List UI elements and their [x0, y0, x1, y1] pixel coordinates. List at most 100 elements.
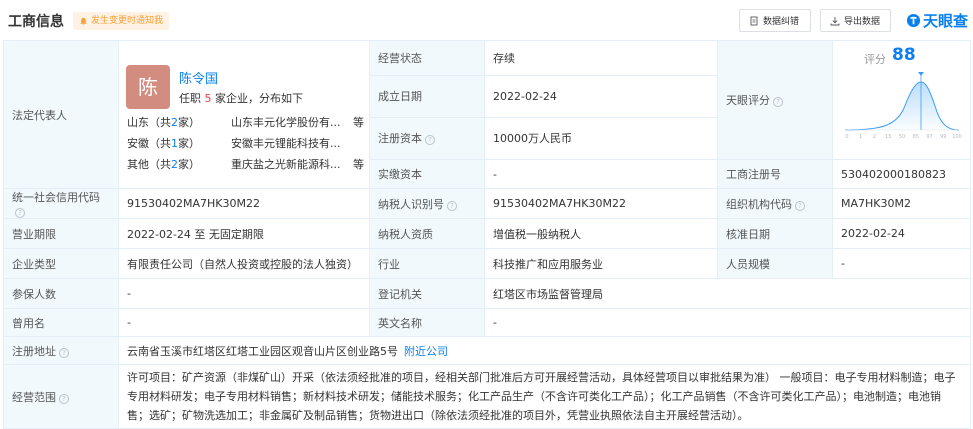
industry-label: 行业	[369, 248, 485, 279]
address-label: 注册地址	[12, 344, 56, 358]
credit-code-value: 91530402MA7HK30M22	[118, 188, 370, 219]
taxpayer-id-label: 纳税人识别号	[378, 197, 444, 211]
capital-label-cell: 注册资本?	[369, 116, 485, 161]
founded-label: 成立日期	[369, 74, 485, 118]
legal-rep-cell: 陈 陈令国 任职 5 家企业，分布如下 山东（共2家） 山东丰元化学股份有...…	[118, 40, 370, 189]
score-axis-ticks: 0 1 2 15 50 85 97 99 100	[845, 134, 961, 140]
reg-no-value: 530402000180823	[832, 159, 971, 189]
region-label[interactable]: 其他（共2家）	[127, 156, 200, 172]
address-value: 云南省玉溪市红塔区红塔工业园区观音山片区创业路5号	[127, 344, 398, 358]
score-label-cell: 天眼评分?	[717, 40, 833, 160]
document-icon	[750, 16, 758, 25]
avatar[interactable]: 陈	[126, 64, 170, 109]
download-icon	[830, 16, 840, 25]
legal-rep-label: 法定代表人	[3, 40, 119, 189]
term-label: 营业期限	[3, 218, 119, 249]
score-cell[interactable]: 评分 88 0 1 2 15 50 85 97 99 100	[832, 40, 971, 160]
status-value: 存续	[484, 40, 718, 76]
approve-date-value: 2022-02-24	[832, 218, 971, 249]
help-icon[interactable]: ?	[59, 347, 69, 358]
address-cell: 云南省玉溪市红塔区红塔工业园区观音山片区创业路5号 附近公司	[118, 336, 971, 365]
score-caption: 评分	[864, 53, 886, 66]
nearby-companies-link[interactable]: 附近公司	[404, 345, 448, 358]
score-axis-tick-label: 100	[952, 134, 962, 140]
bell-icon	[80, 17, 87, 26]
help-icon[interactable]: ?	[773, 97, 783, 107]
region-company[interactable]: 重庆盐之光新能源科...	[231, 156, 351, 172]
notify-change-button[interactable]: 发生变更时通知我	[73, 12, 170, 30]
legal-rep-name[interactable]: 陈令国	[179, 68, 218, 87]
taxpayer-id-label-cell: 纳税人识别号?	[369, 188, 485, 219]
region-label[interactable]: 山东（共2家）	[127, 114, 200, 130]
help-icon[interactable]: ?	[425, 135, 435, 146]
section-header: 工商信息 发生变更时通知我 数据纠错 导出数据 天眼查	[0, 0, 973, 40]
region-company[interactable]: 山东丰元化学股份有...	[231, 114, 351, 130]
scope-label-cell: 经营范围?	[3, 364, 119, 429]
business-info-table: 法定代表人 陈 陈令国 任职 5 家企业，分布如下 山东（共2家） 山东丰元化学…	[3, 40, 971, 429]
tax-qual-label: 纳税人资质	[369, 218, 485, 249]
export-button[interactable]: 导出数据	[820, 9, 891, 32]
help-icon[interactable]: ?	[59, 393, 69, 404]
help-icon[interactable]: ?	[15, 208, 25, 218]
region-group: 安徽（共1家） 安徽丰元锂能科技有...	[127, 135, 367, 151]
credit-code-label: 统一社会信用代码	[12, 191, 100, 204]
insured-label: 参保人数	[3, 278, 119, 309]
scope-value: 许可项目：矿产资源（非煤矿山）开采（依法须经批准的项目，经相关部门批准后方可开展…	[118, 364, 971, 429]
score-distribution-chart: 0 1 2 15 50 85 97 99 100	[844, 72, 962, 140]
logo-mark-icon	[906, 13, 921, 28]
credit-code-label-cell: 统一社会信用代码?	[3, 188, 119, 219]
org-code-value: MA7HK30M2	[832, 188, 971, 219]
score-axis-tick-label: 97	[926, 134, 932, 140]
logo-text: 天眼查	[923, 12, 969, 30]
score-axis-tick-label: 99	[940, 134, 946, 140]
score-marker	[918, 72, 924, 76]
industry-value: 科技推广和应用服务业	[484, 248, 718, 279]
insured-value: -	[118, 278, 370, 309]
region-label[interactable]: 安徽（共1家）	[127, 135, 200, 151]
scope-label: 经营范围	[12, 390, 56, 404]
score-axis-tick-label: 50	[899, 134, 905, 140]
score-axis-tick-label: 85	[913, 134, 919, 140]
english-name-value: -	[484, 308, 971, 337]
org-code-label: 组织机构代码	[726, 197, 792, 211]
notify-label: 发生变更时通知我	[91, 16, 164, 26]
former-name-label: 曾用名	[3, 308, 119, 337]
taxpayer-id-value: 91530402MA7HK30M22	[484, 188, 718, 219]
authority-label: 登记机关	[369, 278, 485, 309]
staff-size-label: 人员规模	[717, 248, 833, 279]
data-error-button[interactable]: 数据纠错	[739, 9, 811, 32]
score-curve-fill	[845, 82, 959, 130]
help-icon[interactable]: ?	[795, 200, 805, 211]
staff-size-value: -	[832, 248, 971, 279]
help-icon[interactable]: ?	[447, 200, 457, 211]
more-indicator[interactable]: 等	[353, 114, 364, 130]
region-company[interactable]: 安徽丰元锂能科技有...	[231, 135, 351, 151]
term-value: 2022-02-24 至 无固定期限	[118, 218, 370, 249]
score-axis-tick-label: 2	[873, 134, 876, 140]
region-group: 其他（共2家） 重庆盐之光新能源科... 等	[127, 156, 367, 172]
score-axis-tick-label: 1	[859, 134, 862, 140]
more-indicator[interactable]: 等	[353, 156, 364, 172]
capital-value: 10000万人民币	[484, 116, 718, 161]
status-label: 经营状态	[369, 40, 485, 76]
score-label: 天眼评分	[726, 94, 770, 107]
address-label-cell: 注册地址?	[3, 336, 119, 365]
english-name-label: 英文名称	[369, 308, 485, 337]
founded-value: 2022-02-24	[484, 74, 718, 118]
reg-no-label: 工商注册号	[717, 159, 833, 189]
org-code-label-cell: 组织机构代码?	[717, 188, 833, 219]
score-axis-tick-label: 0	[845, 134, 848, 140]
authority-value: 红塔区市场监督管理局	[484, 278, 971, 309]
tax-qual-value: 增值税一般纳税人	[484, 218, 718, 249]
data-error-label: 数据纠错	[763, 17, 800, 27]
score-value: 88	[892, 45, 916, 65]
region-group: 山东（共2家） 山东丰元化学股份有... 等	[127, 114, 367, 130]
paid-capital-label: 实缴资本	[369, 159, 485, 189]
legal-rep-summary: 任职 5 家企业，分布如下	[179, 91, 303, 105]
company-type-label: 企业类型	[3, 248, 119, 279]
export-label: 导出数据	[844, 17, 881, 27]
former-name-value: -	[118, 308, 370, 337]
tianyancha-logo[interactable]: 天眼查	[906, 10, 968, 31]
score-axis-tick-label: 15	[885, 134, 891, 140]
section-title: 工商信息	[8, 14, 64, 30]
